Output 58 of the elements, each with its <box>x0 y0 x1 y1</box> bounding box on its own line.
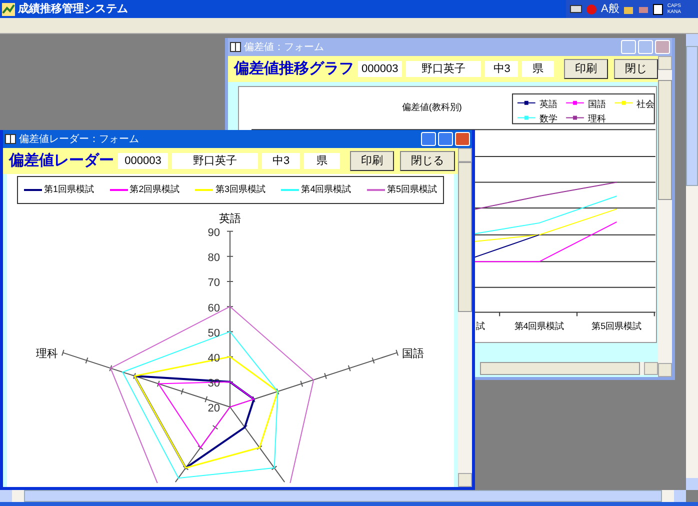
text-field[interactable]: 000003 <box>118 153 168 169</box>
vertical-scrollbar[interactable] <box>658 56 672 377</box>
tick-label: 50 <box>208 327 220 340</box>
legend-label: 第1回県模試 <box>44 183 94 196</box>
axis-label: 英語 <box>219 213 241 225</box>
text-field[interactable]: 野口英子 <box>172 153 258 169</box>
vertical-scrollbar[interactable] <box>686 34 698 490</box>
axis-label: 国語 <box>402 348 424 360</box>
tick-label: 60 <box>208 302 220 314</box>
ball-icon[interactable] <box>586 4 597 14</box>
legend-label: 第4回県模試 <box>301 183 352 196</box>
window-title: 偏差値レーダー：フォーム <box>19 132 139 146</box>
scrollbar-thumb[interactable] <box>658 80 672 200</box>
x-axis-label: 第5回県模試 <box>592 321 642 332</box>
window-title: 偏差値：フォーム <box>244 40 324 54</box>
legend-label: 英語 <box>539 98 558 109</box>
x-axis-label: 第4回県模試 <box>514 321 564 332</box>
app-icon <box>2 2 15 16</box>
scrollbar-thumb[interactable] <box>686 46 698 186</box>
legend-label: 数学 <box>539 114 558 124</box>
form-heading: 偏差値レーダー <box>9 150 114 171</box>
x-axis-label: 試 <box>476 321 486 332</box>
keyboard-icon[interactable] <box>570 5 582 13</box>
scrollbar-thumb[interactable] <box>458 162 472 312</box>
legend-label: 第2回県模試 <box>130 183 180 196</box>
text-field[interactable]: 県 <box>522 61 554 77</box>
legend-label: 理科 <box>588 114 606 124</box>
tick-label: 80 <box>208 252 220 264</box>
minimize-button[interactable] <box>421 132 436 146</box>
close-button[interactable] <box>455 132 470 146</box>
form-heading: 偏差値推移グラフ <box>234 58 354 79</box>
form-button[interactable]: 閉じ <box>614 59 658 79</box>
close-button[interactable] <box>655 40 670 54</box>
text-field[interactable]: 000003 <box>358 61 402 77</box>
form-icon <box>5 134 16 144</box>
legend-label: 第3回県模試 <box>215 183 266 196</box>
chart-title: 偏差値(教科別) <box>402 102 462 112</box>
form-button[interactable]: 閉じる <box>400 151 455 171</box>
legend-label: 第5回県模試 <box>386 183 437 196</box>
form-button[interactable]: 印刷 <box>564 59 608 79</box>
form-icon <box>230 42 241 52</box>
text-field[interactable]: 中3 <box>262 153 300 169</box>
minimize-button[interactable] <box>621 40 636 54</box>
legend-label: 国語 <box>588 98 606 109</box>
maximize-button[interactable] <box>438 132 453 146</box>
vertical-scrollbar[interactable] <box>458 148 472 487</box>
maximize-button[interactable] <box>638 40 653 54</box>
tick-label: 70 <box>208 277 220 290</box>
form-button[interactable]: 印刷 <box>350 151 394 171</box>
tick-label: 90 <box>208 227 220 239</box>
input-mode-indicator[interactable]: A般 <box>601 0 620 18</box>
legend-label: 社会 <box>636 98 655 109</box>
tick-label: 20 <box>208 402 220 415</box>
text-field[interactable]: 県 <box>304 153 340 169</box>
app-title: 成績推移管理システム <box>18 2 128 17</box>
text-field[interactable]: 野口英子 <box>406 61 482 77</box>
axis-label: 理科 <box>36 348 58 360</box>
text-field[interactable]: 中3 <box>485 61 518 77</box>
